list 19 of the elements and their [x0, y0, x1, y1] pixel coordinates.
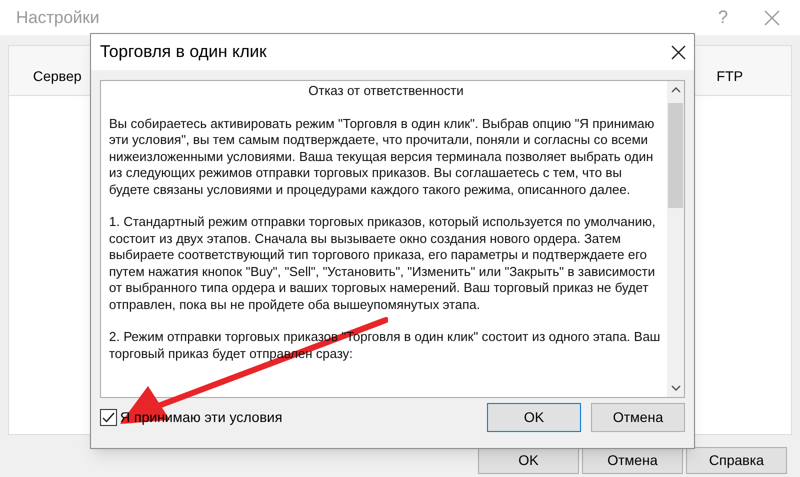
window-title: Настройки: [16, 6, 100, 29]
scroll-up-icon[interactable]: [670, 87, 680, 93]
scrollbar-thumb[interactable]: [668, 103, 683, 208]
disclaimer-paragraph: 1. Стандартный режим отправки торговых приказов, который используется по умолчанию, состоит из двух этапов. Сначала вы вызываете окно создания нового ордера. Затем выбираете соответствующий тип торгового приказа, его параметры и подтверждаете его путем нажатия кнопок "Buy", "Sell", "Установить", "Изменить" или "Закрыть" в зависимости от выбранного типа ордера и ваших торговых намерений. Ваш торговый приказ не будет отправлен, пока вы не пройдете оба вышеупомянутых этапа.: [109, 214, 656, 313]
dialog-title: Торговля в один клик: [100, 41, 267, 64]
dialog-button[interactable]: Отмена: [582, 447, 683, 474]
column-header[interactable]: Сервер: [33, 66, 82, 87]
dialog-button[interactable]: OK: [487, 403, 581, 432]
checkbox[interactable]: [100, 409, 117, 426]
dialog-button[interactable]: Отмена: [591, 403, 685, 432]
scroll-down-icon[interactable]: [670, 385, 680, 391]
close-icon[interactable]: [671, 44, 686, 60]
scrollbar[interactable]: [667, 81, 684, 397]
disclaimer-heading: Отказ от ответственности: [307, 83, 465, 100]
checkbox-label[interactable]: Я принимаю эти условия: [120, 407, 282, 428]
disclaimer-paragraph: Вы собираетесь активировать режим "Торговля в один клик". Выбрав опцию "Я принимаю эти условия", вы тем самым подтверждаете, что прочитали, поняли и согласны со всеми нижеизложенными условиями. Ваша текущая версия терминала позволяет выбрать один из следующих режимов отправки торговых приказов. Вы соглашаетесь с тем, что вы будете связаны условиями и процедурами каждого такого режима, описанного далее.: [109, 116, 656, 198]
dialog-button[interactable]: OK: [478, 447, 579, 474]
column-header[interactable]: FTP: [716, 66, 743, 87]
dialog-button[interactable]: Справка: [686, 447, 787, 474]
